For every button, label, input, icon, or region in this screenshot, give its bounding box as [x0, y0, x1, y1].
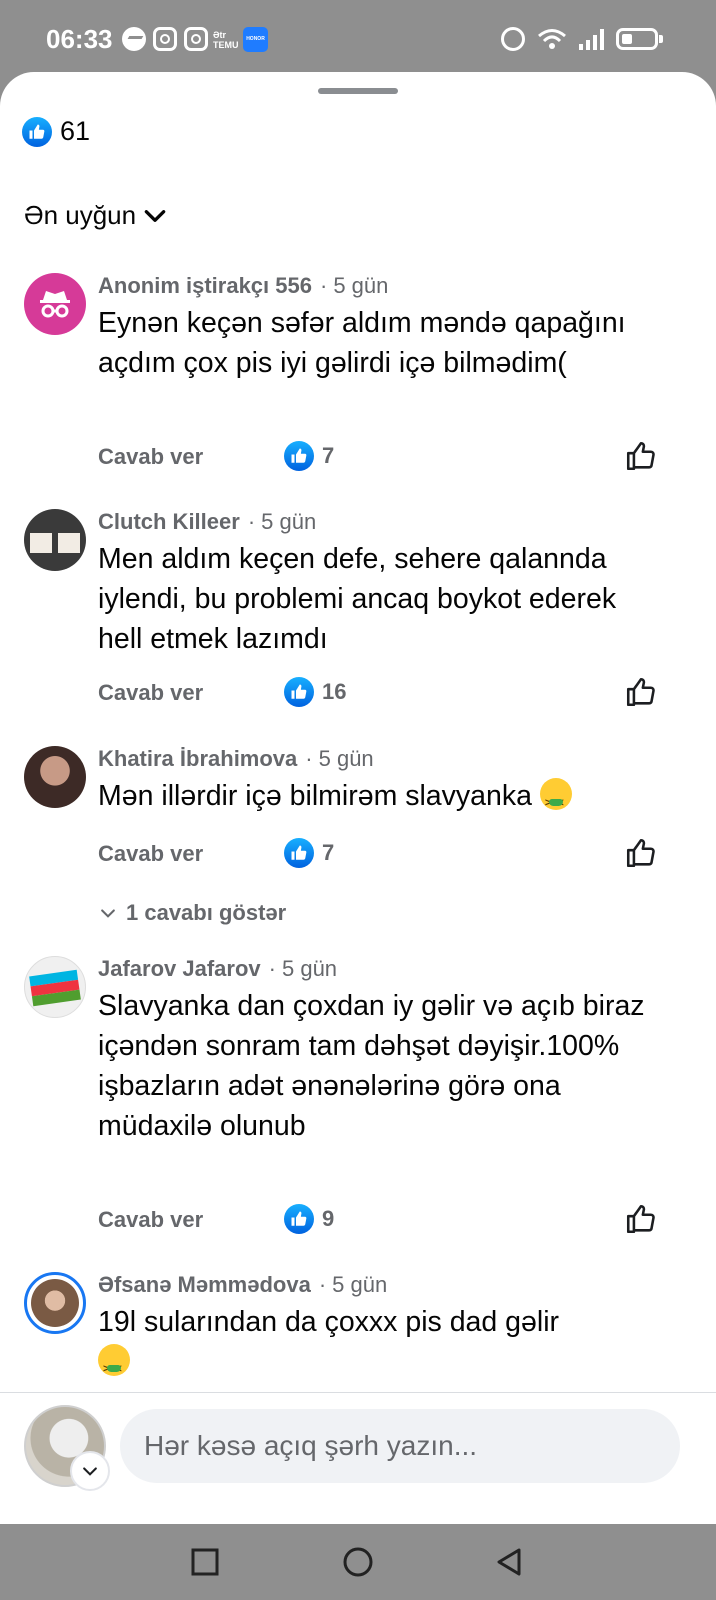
comment-author[interactable]: Jafarov Jafarov: [98, 956, 261, 981]
circle-icon: [343, 1547, 373, 1577]
thumbs-up-icon: [22, 116, 52, 147]
thumbs-up-outline-icon: [626, 441, 655, 471]
instagram-icon: [153, 27, 177, 51]
chevron-down-icon: [144, 209, 166, 222]
incognito-icon: [40, 291, 70, 318]
comment-text: 19l sularından da çoxxx pis dad gəlir: [98, 1306, 560, 1338]
triangle-back-icon: [497, 1548, 521, 1576]
comment-time: 5 gün: [318, 746, 374, 771]
like-summary[interactable]: 9: [284, 1204, 334, 1234]
avatar[interactable]: [24, 273, 86, 335]
alarm-icon: [501, 27, 525, 51]
comment-author[interactable]: Clutch Killeer: [98, 509, 240, 534]
wifi-icon: [538, 29, 566, 49]
comment-text: Slavyanka dan çoxdan iy gəlir və açıb bi…: [98, 990, 645, 1142]
show-replies-label: 1 cavabı göstər: [126, 900, 287, 925]
drag-handle[interactable]: [318, 88, 398, 94]
comment-author[interactable]: Əfsanə Məmmədova: [98, 1272, 311, 1297]
chevron-down-icon: [101, 909, 115, 918]
status-bar: 06:33 Ətr TEMU HONOR: [0, 0, 716, 76]
system-icons: [501, 27, 663, 51]
thumbs-up-outline-icon: [626, 838, 655, 868]
comment-actions: Cavab ver 7: [98, 441, 658, 473]
recents-button[interactable]: [185, 1542, 225, 1582]
reaction-count: 61: [60, 116, 91, 146]
comment-text-wrap: 19l sularından da çoxxx pis dad gəlir: [98, 1302, 658, 1389]
separator-dot: ·: [319, 273, 328, 298]
like-count: 7: [322, 443, 335, 468]
comment-actions: Cavab ver 16: [98, 677, 658, 709]
system-navigation-bar: [0, 1524, 716, 1600]
comment-text: Men aldım keçen defe, sehere qalannda iy…: [98, 543, 617, 655]
instagram-icon: [184, 27, 208, 51]
like-count: 9: [322, 1206, 335, 1231]
profile-switch-button[interactable]: [70, 1451, 110, 1491]
comment-author[interactable]: Anonim iştirakçı 556: [98, 273, 312, 298]
comment-time: 5 gün: [332, 1272, 388, 1297]
nauseated-face-emoji-icon: [98, 1344, 130, 1389]
separator-dot: ·: [305, 746, 313, 771]
comment-time: 5 gün: [261, 509, 317, 534]
reply-button[interactable]: Cavab ver: [98, 1204, 203, 1236]
back-button[interactable]: [489, 1542, 529, 1582]
like-button[interactable]: [624, 836, 658, 870]
thumbs-up-icon: [284, 441, 314, 471]
like-button[interactable]: [624, 1202, 658, 1236]
square-icon: [191, 1548, 219, 1576]
my-avatar[interactable]: [24, 1405, 110, 1491]
comment-input[interactable]: [120, 1409, 680, 1483]
comment-composer: [0, 1392, 716, 1524]
reply-button[interactable]: Cavab ver: [98, 441, 203, 473]
like-summary[interactable]: 7: [284, 838, 334, 868]
separator-dot: ·: [268, 956, 276, 981]
temu-icon: Ətr TEMU: [213, 30, 239, 50]
comment-actions: Cavab ver 9: [98, 1204, 658, 1236]
thumbs-up-outline-icon: [626, 677, 655, 707]
thumbs-up-outline-icon: [626, 1204, 655, 1234]
like-button[interactable]: [624, 439, 658, 473]
reply-button[interactable]: Cavab ver: [98, 838, 203, 870]
flag-icon: [29, 969, 81, 1007]
reply-button[interactable]: Cavab ver: [98, 677, 203, 709]
separator-dot: ·: [247, 509, 256, 534]
comment-text: Eynən keçən səfər aldım məndə qapağını a…: [98, 307, 626, 379]
home-button[interactable]: [338, 1542, 378, 1582]
avatar[interactable]: [24, 1272, 86, 1334]
comment-time: 5 gün: [333, 273, 389, 298]
like-summary[interactable]: 7: [284, 441, 334, 471]
show-replies-button[interactable]: 1 cavabı göstər: [98, 900, 286, 926]
avatar[interactable]: [24, 509, 86, 571]
reaction-summary[interactable]: 61: [22, 116, 90, 147]
avatar[interactable]: [24, 746, 86, 808]
comment-actions: Cavab ver 7: [98, 838, 658, 870]
signal-icon: [579, 28, 604, 50]
battery-icon: [616, 28, 663, 50]
comment-author[interactable]: Khatira İbrahimova: [98, 746, 297, 771]
thumbs-up-icon: [284, 677, 314, 707]
messenger-icon: [122, 27, 146, 51]
nauseated-face-emoji-icon: [539, 778, 572, 823]
status-time: 06:33: [46, 24, 113, 54]
like-count: 16: [322, 679, 347, 704]
like-count: 7: [322, 840, 335, 865]
avatar[interactable]: [24, 956, 86, 1018]
comment-text: Mən illərdir içə bilmirəm slavyanka: [98, 780, 532, 812]
sort-label: Ən uyğun: [24, 200, 137, 230]
thumbs-up-icon: [284, 1204, 314, 1234]
honor-icon: HONOR: [243, 27, 268, 52]
chevron-down-icon: [83, 1467, 97, 1476]
like-button[interactable]: [624, 675, 658, 709]
comment-text-wrap: Mən illərdir içə bilmirəm slavyanka: [98, 776, 658, 823]
comment-time: 5 gün: [281, 956, 338, 981]
sort-dropdown[interactable]: Ən uyğun: [24, 200, 168, 231]
thumbs-up-icon: [284, 838, 314, 868]
separator-dot: ·: [318, 1272, 327, 1297]
comments-sheet: 61 Ən uyğun Anonim iştirakçı 556 · 5 gün E…: [0, 72, 716, 1524]
like-summary[interactable]: 16: [284, 677, 346, 707]
